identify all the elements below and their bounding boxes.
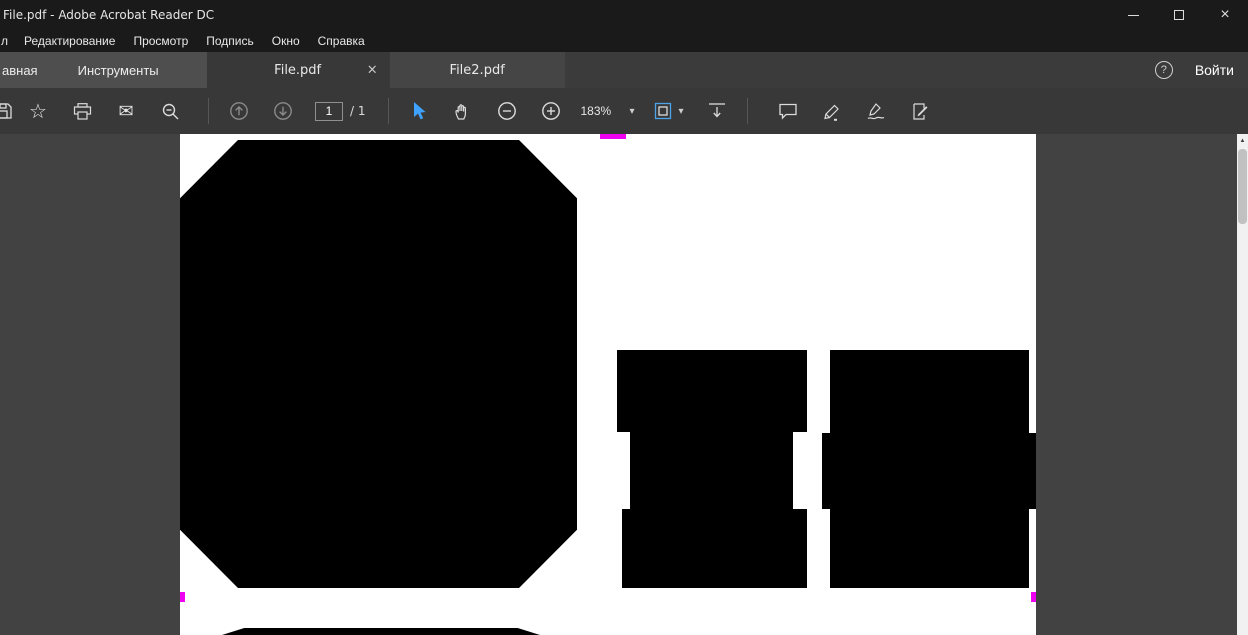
chevron-down-icon: ▾ — [629, 105, 635, 117]
menubar: л Редактирование Просмотр Подпись Окно С… — [0, 30, 1248, 52]
email-button[interactable]: ✉ — [104, 88, 148, 134]
toolbar-separator — [387, 98, 389, 124]
redaction-block — [822, 433, 1036, 509]
highlighter-icon — [823, 104, 839, 121]
signature-pen-icon — [867, 102, 884, 119]
redaction-block — [617, 350, 807, 432]
tab-home[interactable]: авная — [0, 52, 52, 88]
plus-circle-icon — [541, 102, 560, 120]
save-icon — [0, 103, 12, 119]
magnifier-minus-icon — [162, 103, 178, 119]
page-fit-dropdown[interactable]: ▾ — [643, 88, 695, 134]
marquee-zoom-button[interactable] — [148, 88, 192, 134]
comment-button[interactable] — [766, 88, 810, 134]
page-pencil-icon — [912, 102, 927, 120]
zoom-level-value: 183% — [580, 104, 612, 118]
redaction-block — [830, 509, 1029, 588]
page-fit-icon — [655, 102, 672, 120]
redaction-block — [630, 432, 793, 509]
annotation-mark — [180, 592, 185, 602]
redaction-block — [622, 509, 807, 588]
select-tool-button[interactable] — [397, 88, 441, 134]
favorites-button[interactable]: ☆ — [16, 88, 60, 134]
next-page-button[interactable] — [261, 88, 305, 134]
tabbar: авная Инструменты File.pdf × File2.pdf ?… — [0, 52, 1248, 88]
menu-item-window[interactable]: Окно — [263, 30, 309, 52]
fill-sign-button[interactable] — [898, 88, 942, 134]
zoom-level-dropdown[interactable]: 183% ▾ — [573, 88, 643, 134]
minimize-icon — [1127, 14, 1139, 16]
pdf-page — [180, 134, 1036, 635]
redaction-block — [222, 628, 540, 635]
scroll-mode-icon — [708, 103, 725, 118]
maximize-button[interactable] — [1156, 0, 1202, 30]
close-button[interactable]: × — [1202, 0, 1248, 30]
sign-in-button[interactable]: Войти — [1195, 62, 1234, 78]
help-icon[interactable]: ? — [1154, 61, 1173, 79]
redaction-block — [830, 350, 1029, 433]
zoom-in-button[interactable] — [529, 88, 573, 134]
hand-tool-button[interactable] — [441, 88, 485, 134]
print-button[interactable] — [60, 88, 104, 134]
menu-item-edit[interactable]: Редактирование — [15, 30, 124, 52]
annotation-mark — [1031, 592, 1036, 602]
save-button[interactable] — [0, 88, 14, 134]
printer-icon — [73, 102, 91, 120]
menu-item-help[interactable]: Справка — [309, 30, 374, 52]
tab-tools[interactable]: Инструменты — [62, 52, 175, 88]
scroll-mode-button[interactable] — [695, 88, 739, 134]
menu-item-sign[interactable]: Подпись — [197, 30, 263, 52]
doc-tab-label: File2.pdf — [449, 62, 505, 78]
minimize-button[interactable] — [1110, 0, 1156, 30]
close-icon: × — [1220, 6, 1230, 23]
zoom-out-button[interactable] — [485, 88, 529, 134]
toolbar-separator — [746, 98, 748, 124]
window-title: File.pdf - Adobe Acrobat Reader DC — [3, 8, 215, 22]
toolbar: ☆ ✉ / 1 — [0, 88, 1248, 134]
hand-icon — [455, 103, 466, 120]
menu-item-file-partial[interactable]: л — [0, 30, 15, 52]
tabbar-right: ? Войти — [564, 52, 1248, 88]
annotation-mark — [600, 134, 626, 139]
menu-item-view[interactable]: Просмотр — [124, 30, 197, 52]
cursor-arrow-icon — [413, 102, 425, 120]
sign-button[interactable] — [854, 88, 898, 134]
star-icon: ☆ — [29, 100, 47, 123]
comment-bubble-icon — [778, 103, 797, 120]
scrollbar[interactable]: ▲ — [1237, 134, 1248, 635]
minus-circle-icon — [497, 102, 516, 120]
page-count-label: / 1 — [350, 104, 366, 118]
tab-close-icon[interactable]: × — [367, 64, 378, 77]
arrow-down-circle-icon — [274, 102, 292, 120]
titlebar: File.pdf - Adobe Acrobat Reader DC × — [0, 0, 1248, 30]
toolbar-separator — [208, 98, 209, 124]
scrollbar-thumb[interactable] — [1238, 149, 1247, 224]
chevron-down-icon: ▾ — [678, 105, 684, 117]
envelope-icon: ✉ — [118, 100, 134, 121]
doc-tab-label: File.pdf — [274, 62, 322, 78]
page-number-input[interactable] — [315, 101, 343, 121]
previous-page-button[interactable] — [217, 88, 261, 134]
document-viewport: ▲ — [0, 134, 1248, 635]
maximize-icon — [1174, 10, 1184, 20]
scrollbar-up-button[interactable]: ▲ — [1237, 134, 1248, 147]
highlight-button[interactable] — [810, 88, 854, 134]
doc-tab-file[interactable]: File.pdf × — [206, 52, 389, 88]
arrow-up-circle-icon — [230, 102, 248, 120]
redaction-block — [180, 140, 577, 588]
doc-tab-file2[interactable]: File2.pdf — [388, 52, 565, 88]
